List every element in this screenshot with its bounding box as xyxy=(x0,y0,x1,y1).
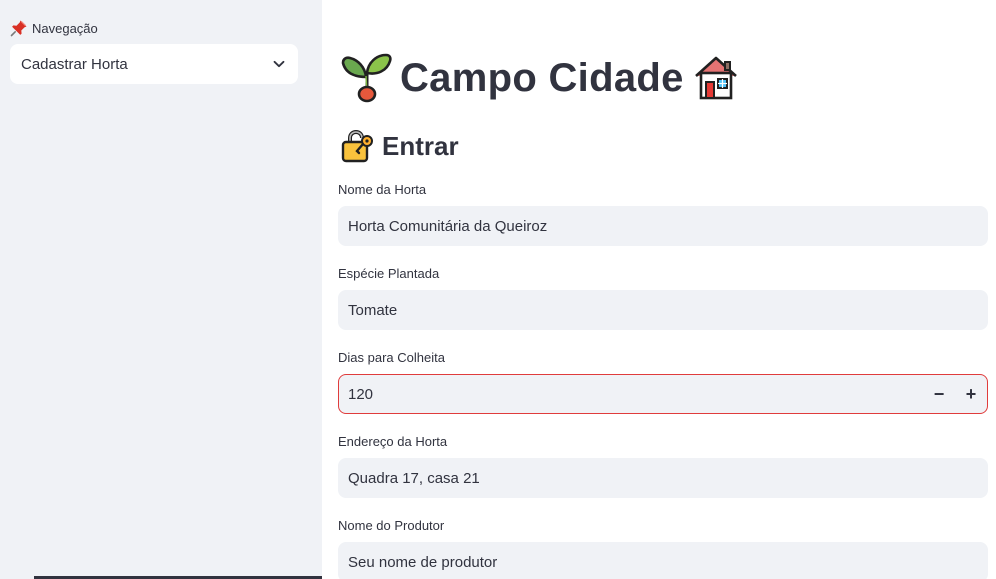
house-icon xyxy=(692,54,740,102)
navigation-label-text: Navegação xyxy=(32,20,98,36)
section-heading-text: Entrar xyxy=(382,130,459,161)
harvest-days-label: Dias para Colheita xyxy=(338,350,445,365)
increment-button[interactable]: + xyxy=(955,375,987,413)
sidebar: Navegação Cadastrar Horta xyxy=(0,0,322,579)
seedling-icon xyxy=(340,51,392,105)
address-label: Endereço da Horta xyxy=(338,434,448,449)
decrement-button[interactable]: − xyxy=(923,375,955,413)
app-root: Navegação Cadastrar Horta Campo Cidade E… xyxy=(0,0,996,579)
page-select-value: Cadastrar Horta xyxy=(21,55,128,73)
page-select[interactable]: Cadastrar Horta xyxy=(10,44,298,84)
pushpin-icon xyxy=(10,19,28,37)
page-title-text: Campo Cidade xyxy=(400,55,684,100)
species-input[interactable] xyxy=(338,290,988,330)
chevron-down-icon xyxy=(272,57,286,71)
garden-name-label: Nome da Horta xyxy=(338,182,427,197)
section-heading: Entrar xyxy=(340,127,459,165)
main-content: Campo Cidade Entrar Nome da Horta Horta … xyxy=(322,0,996,579)
address-input[interactable] xyxy=(338,458,988,498)
navigation-label: Navegação xyxy=(10,19,98,37)
species-label: Espécie Plantada xyxy=(338,266,440,281)
lock-with-key-icon xyxy=(340,129,374,163)
producer-name-input[interactable] xyxy=(338,542,988,579)
producer-name-label: Nome do Produtor xyxy=(338,518,445,533)
harvest-days-stepper: − + xyxy=(338,374,988,414)
page-title: Campo Cidade xyxy=(340,50,740,106)
harvest-days-input[interactable] xyxy=(339,375,923,413)
garden-name-input[interactable] xyxy=(338,206,988,246)
